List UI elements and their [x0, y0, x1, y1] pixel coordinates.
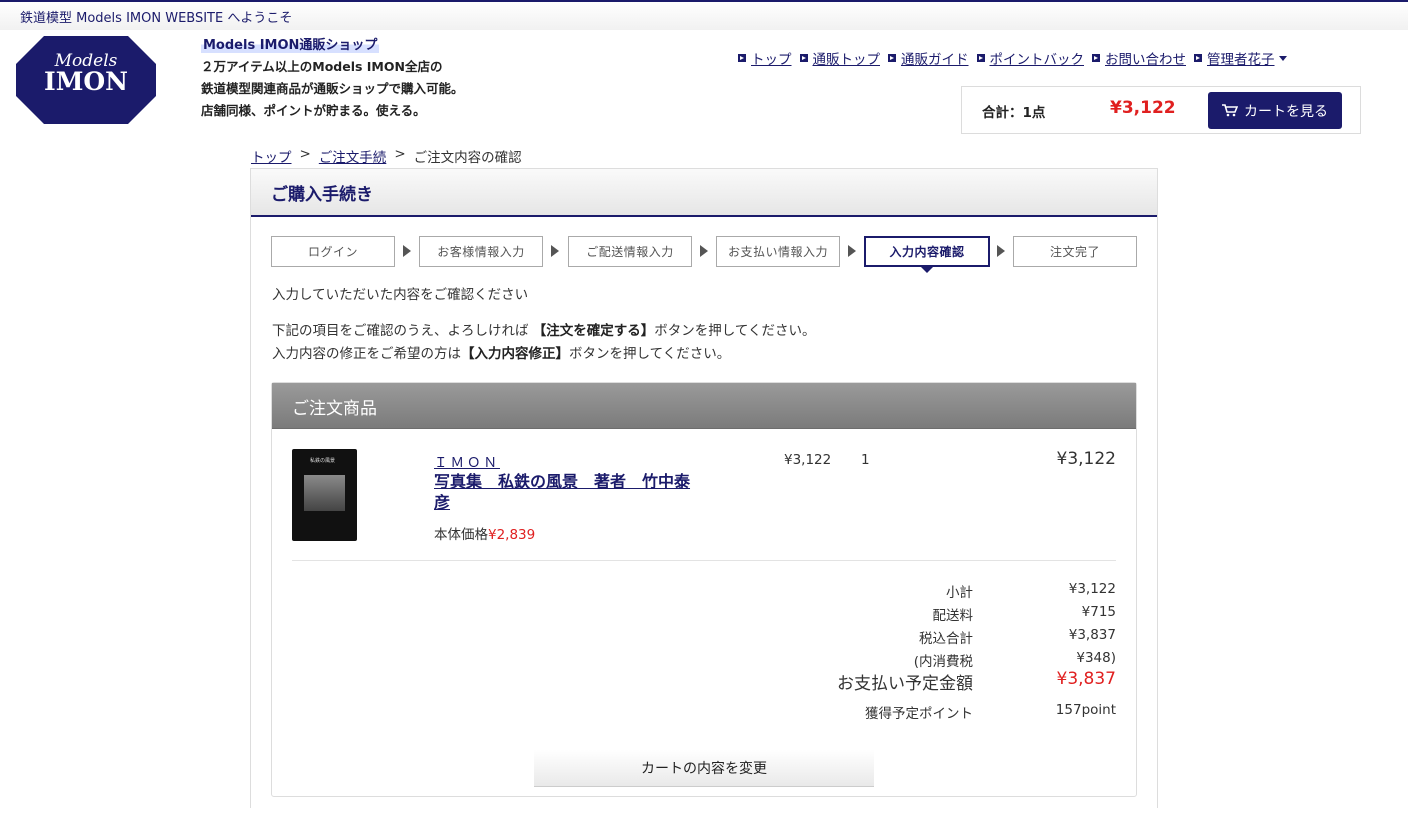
cart-total-label: 合計：1点 — [982, 105, 1046, 121]
product-name-link[interactable]: 写真集 私鉄の風景 著者 竹中泰彦 — [434, 471, 704, 513]
thumbnail-title: 私鉄の風景 — [310, 458, 336, 464]
product-base-price: 本体価格¥2,839 — [434, 523, 535, 543]
consumption-tax-label: (内消費税 — [913, 654, 973, 670]
nav-label: 通販トップ — [812, 52, 881, 68]
cart-total-price: ¥3,122 — [1110, 98, 1176, 118]
welcome-bar: 鉄道模型 Models IMON WEBSITE へようこそ — [0, 2, 1408, 30]
breadcrumb: トップ > ご注文手続 > ご注文内容の確認 — [251, 146, 522, 166]
view-cart-label: カートを見る — [1244, 103, 1328, 120]
step-arrow-icon — [700, 245, 708, 257]
welcome-text: 鉄道模型 Models IMON WEBSITE へようこそ — [20, 11, 293, 26]
bullet-icon — [1092, 54, 1100, 62]
product-brand-link[interactable]: ＩＭＯＮ — [434, 451, 500, 471]
step-arrow-icon — [551, 245, 559, 257]
shop-desc-line: 鉄道模型関連商品が通販ショップで購入可能。 — [201, 81, 464, 96]
nav-top[interactable]: トップ — [738, 48, 792, 68]
change-cart-button[interactable]: カートの内容を変更 — [534, 750, 874, 787]
order-header: ご注文商品 — [272, 383, 1136, 429]
instruction-text-part: ボタンを押してください。 — [569, 346, 731, 362]
breadcrumb-separator: > — [299, 146, 311, 162]
nav-label: ポイントバック — [989, 52, 1085, 68]
shipping-value: ¥715 — [1081, 604, 1116, 620]
quantity: 1 — [861, 452, 870, 468]
view-cart-button[interactable]: カートを見る — [1208, 92, 1342, 129]
step-shipping-info: ご配送情報入力 — [568, 236, 692, 267]
shop-desc-line: ２万アイテム以上のModels IMON全店の — [201, 59, 443, 74]
nav-shop-top[interactable]: 通販トップ — [799, 48, 881, 68]
divider — [292, 560, 1116, 561]
breadcrumb-top[interactable]: トップ — [251, 146, 292, 166]
shipping-label: 配送料 — [932, 608, 974, 624]
instruction-emphasis: 【入力内容修正】 — [461, 346, 569, 362]
nav-contact[interactable]: お問い合わせ — [1092, 48, 1186, 68]
nav-user-menu[interactable]: 管理者花子 — [1194, 48, 1287, 68]
bullet-icon — [976, 54, 985, 62]
base-price-value: ¥2,839 — [488, 527, 536, 543]
logo-bottom-text: IMON — [44, 67, 128, 96]
cart-icon — [1222, 104, 1238, 117]
instruction-text-part: 入力内容の修正をご希望の方は — [272, 346, 461, 362]
bullet-icon — [738, 54, 746, 62]
step-customer-info: お客様情報入力 — [419, 236, 543, 267]
instruction-text-part: ボタンを押してください。 — [654, 323, 816, 339]
shop-title[interactable]: Models IMON通販ショップ — [201, 34, 380, 53]
step-arrow-icon — [997, 245, 1005, 257]
base-price-label: 本体価格 — [434, 527, 488, 543]
bullet-icon — [888, 54, 896, 62]
cart-summary-box: 合計：1点 ¥3,122 カートを見る — [961, 86, 1361, 134]
points-value: 157point — [1055, 702, 1116, 718]
product-thumbnail[interactable]: 私鉄の風景 — [292, 449, 357, 541]
step-arrow-icon — [848, 245, 856, 257]
site-logo[interactable]: Models IMON — [16, 36, 156, 124]
breadcrumb-order-procedure[interactable]: ご注文手続 — [319, 146, 387, 166]
step-confirm: 入力内容確認 — [864, 236, 990, 273]
tax-included-total-label: 税込合計 — [919, 631, 973, 647]
consumption-tax-value: ¥348) — [1076, 650, 1116, 666]
breadcrumb-separator: > — [394, 146, 406, 162]
confirm-message: 入力していただいた内容をご確認ください — [272, 287, 529, 303]
instruction-emphasis: 【注文を確定する】 — [532, 323, 655, 339]
order-items-box: ご注文商品 私鉄の風景 ＩＭＯＮ 写真集 私鉄の風景 著者 竹中泰彦 本体価格¥… — [271, 382, 1137, 797]
order-title: ご注文商品 — [292, 399, 377, 419]
instruction-text-part: 下記の項目をご確認のうえ、よろしければ — [272, 323, 533, 339]
panel-header: ご購入手続き — [251, 168, 1157, 217]
nav-label: トップ — [751, 52, 792, 68]
nav-label: お問い合わせ — [1105, 52, 1186, 68]
top-navigation: トップ 通販トップ 通販ガイド ポイントバック お問い合わせ 管理者花子 — [738, 48, 1287, 68]
instruction-line-2: 入力内容の修正をご希望の方は【入力内容修正】ボタンを押してください。 — [272, 343, 816, 366]
unit-price: ¥3,122 — [784, 452, 832, 468]
line-total: ¥3,122 — [1056, 449, 1116, 469]
payment-amount-label: お支払い予定金額 — [837, 674, 973, 694]
payment-amount-value: ¥3,837 — [1056, 669, 1116, 689]
nav-point-back[interactable]: ポイントバック — [976, 48, 1085, 68]
nav-shop-guide[interactable]: 通販ガイド — [888, 48, 969, 68]
instruction-text: 下記の項目をご確認のうえ、よろしければ 【注文を確定する】ボタンを押してください… — [272, 320, 816, 366]
caret-down-icon — [1278, 55, 1287, 61]
thumbnail-photo — [304, 475, 345, 511]
subtotal-label: 小計 — [946, 585, 973, 601]
step-complete: 注文完了 — [1013, 236, 1137, 267]
instruction-line-1: 下記の項目をご確認のうえ、よろしければ 【注文を確定する】ボタンを押してください… — [272, 320, 816, 343]
points-label: 獲得予定ポイント — [865, 706, 973, 722]
tax-included-total-value: ¥3,837 — [1068, 627, 1116, 643]
nav-label: 通販ガイド — [901, 52, 969, 68]
shop-description: ２万アイテム以上のModels IMON全店の 鉄道模型関連商品が通販ショップで… — [201, 56, 464, 122]
shop-desc-line: 店舗同様、ポイントが貯まる。使える。 — [201, 103, 426, 118]
step-arrow-icon — [403, 245, 411, 257]
nav-label: 管理者花子 — [1207, 52, 1275, 68]
step-payment-info: お支払い情報入力 — [716, 236, 840, 267]
breadcrumb-current: ご注文内容の確認 — [413, 150, 522, 166]
bullet-icon — [1194, 54, 1202, 62]
step-login: ログイン — [271, 236, 395, 267]
subtotal-value: ¥3,122 — [1068, 581, 1116, 597]
panel-title: ご購入手続き — [271, 185, 373, 205]
checkout-panel: ご購入手続き ログイン お客様情報入力 ご配送情報入力 お支払い情報入力 入力内… — [250, 168, 1158, 808]
bullet-icon — [799, 54, 808, 62]
